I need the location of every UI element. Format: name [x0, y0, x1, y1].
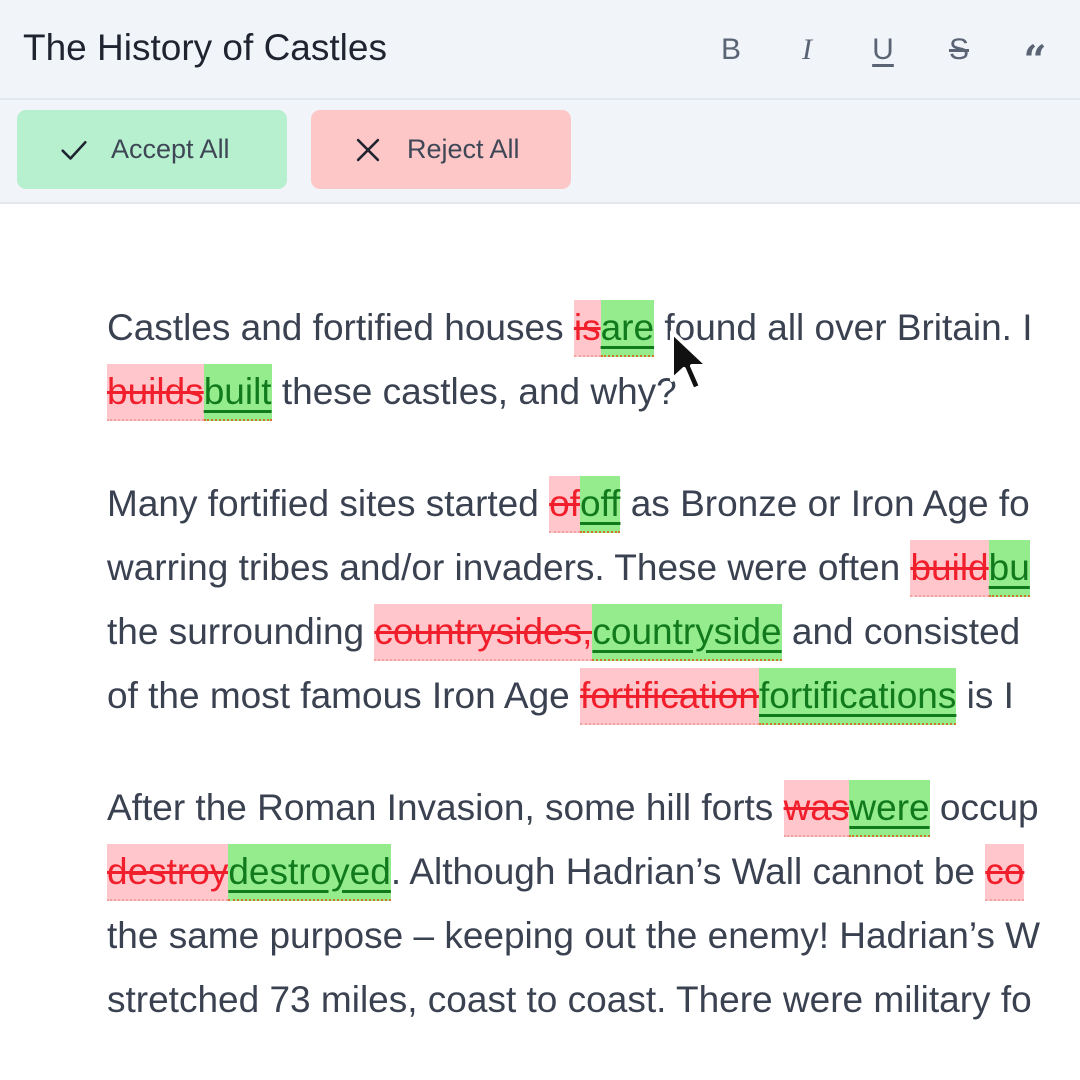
text-line: the surrounding countrysides,countryside… — [107, 600, 1080, 664]
insertion-mark[interactable]: bu — [988, 540, 1030, 597]
insertion-mark[interactable]: destroyed — [228, 844, 391, 901]
text-line: Many fortified sites started ofoff as Br… — [107, 472, 1080, 536]
paragraph: After the Roman Invasion, some hill fort… — [107, 776, 1080, 1032]
text-run: Castles and fortified houses — [107, 307, 574, 348]
text-run: these castles, and why? — [271, 371, 677, 412]
insertion-mark[interactable]: countryside — [592, 604, 782, 661]
paragraph: Castles and fortified houses isare found… — [107, 296, 1080, 424]
insertion-mark[interactable]: off — [579, 476, 621, 533]
check-icon — [61, 140, 87, 160]
text-run: the same purpose – keeping out the enemy… — [107, 915, 1041, 956]
text-run: and consisted — [781, 611, 1021, 652]
insertion-mark[interactable]: built — [203, 364, 272, 421]
text-line: Castles and fortified houses isare found… — [107, 296, 1080, 360]
text-run: of the most famous Iron Age — [107, 675, 581, 716]
deletion-mark[interactable]: of — [549, 476, 580, 533]
deletion-mark[interactable]: fortification — [580, 668, 759, 725]
text-run: Many fortified sites started — [107, 483, 550, 524]
text-run: stretched 73 miles, coast to coast. Ther… — [107, 979, 1032, 1020]
accept-all-button[interactable]: Accept All — [17, 110, 287, 189]
reject-all-button[interactable]: Reject All — [311, 110, 571, 189]
insertion-mark[interactable]: are — [600, 300, 655, 357]
deletion-mark[interactable]: builds — [107, 364, 204, 421]
text-line: warring tribes and/or invaders. These we… — [107, 536, 1080, 600]
text-run: warring tribes and/or invaders. These we… — [107, 547, 911, 588]
x-icon — [356, 138, 380, 161]
quote-button[interactable]: “ — [1013, 28, 1057, 84]
deletion-mark[interactable]: is — [573, 300, 601, 357]
text-line: destroydestroyed. Although Hadrian’s Wal… — [107, 840, 1080, 904]
insertion-mark[interactable]: fortifications — [758, 668, 957, 725]
deletion-mark[interactable]: countrysides, — [374, 604, 593, 661]
italic-button[interactable]: I — [785, 28, 829, 72]
insertion-mark[interactable]: were — [849, 780, 930, 837]
reject-all-label: Reject All — [407, 134, 520, 164]
text-run: as Bronze or Iron Age fo — [620, 483, 1030, 524]
accept-all-label: Accept All — [111, 134, 230, 164]
underline-button[interactable]: U — [861, 28, 905, 72]
deletion-mark[interactable]: co — [985, 844, 1025, 901]
text-line: stretched 73 miles, coast to coast. Ther… — [107, 968, 1080, 1032]
text-run: the surrounding — [107, 611, 375, 652]
text-line: buildsbuilt these castles, and why? — [107, 360, 1080, 424]
deletion-mark[interactable]: build — [910, 540, 989, 597]
text-run: occup — [929, 787, 1039, 828]
paragraph: Many fortified sites started ofoff as Br… — [107, 472, 1080, 728]
document-title[interactable]: The History of Castles — [23, 27, 387, 69]
text-line: After the Roman Invasion, some hill fort… — [107, 776, 1080, 840]
text-line: the same purpose – keeping out the enemy… — [107, 904, 1080, 968]
text-line: of the most famous Iron Age fortificatio… — [107, 664, 1080, 728]
deletion-mark[interactable]: was — [783, 780, 850, 837]
deletion-mark[interactable]: destroy — [107, 844, 229, 901]
text-run: is I — [956, 675, 1014, 716]
document-body[interactable]: Castles and fortified houses isare found… — [107, 296, 1080, 1080]
bold-button[interactable]: B — [709, 28, 753, 72]
text-run: After the Roman Invasion, some hill fort… — [107, 787, 784, 828]
strikethrough-button[interactable]: S — [937, 28, 981, 72]
text-run: found all over Britain. I — [654, 307, 1033, 348]
text-run: . Although Hadrian’s Wall cannot be — [390, 851, 986, 892]
track-changes-toolbar: Accept All Reject All — [0, 100, 1080, 204]
editor-header: The History of Castles B I U S “ — [0, 0, 1080, 100]
